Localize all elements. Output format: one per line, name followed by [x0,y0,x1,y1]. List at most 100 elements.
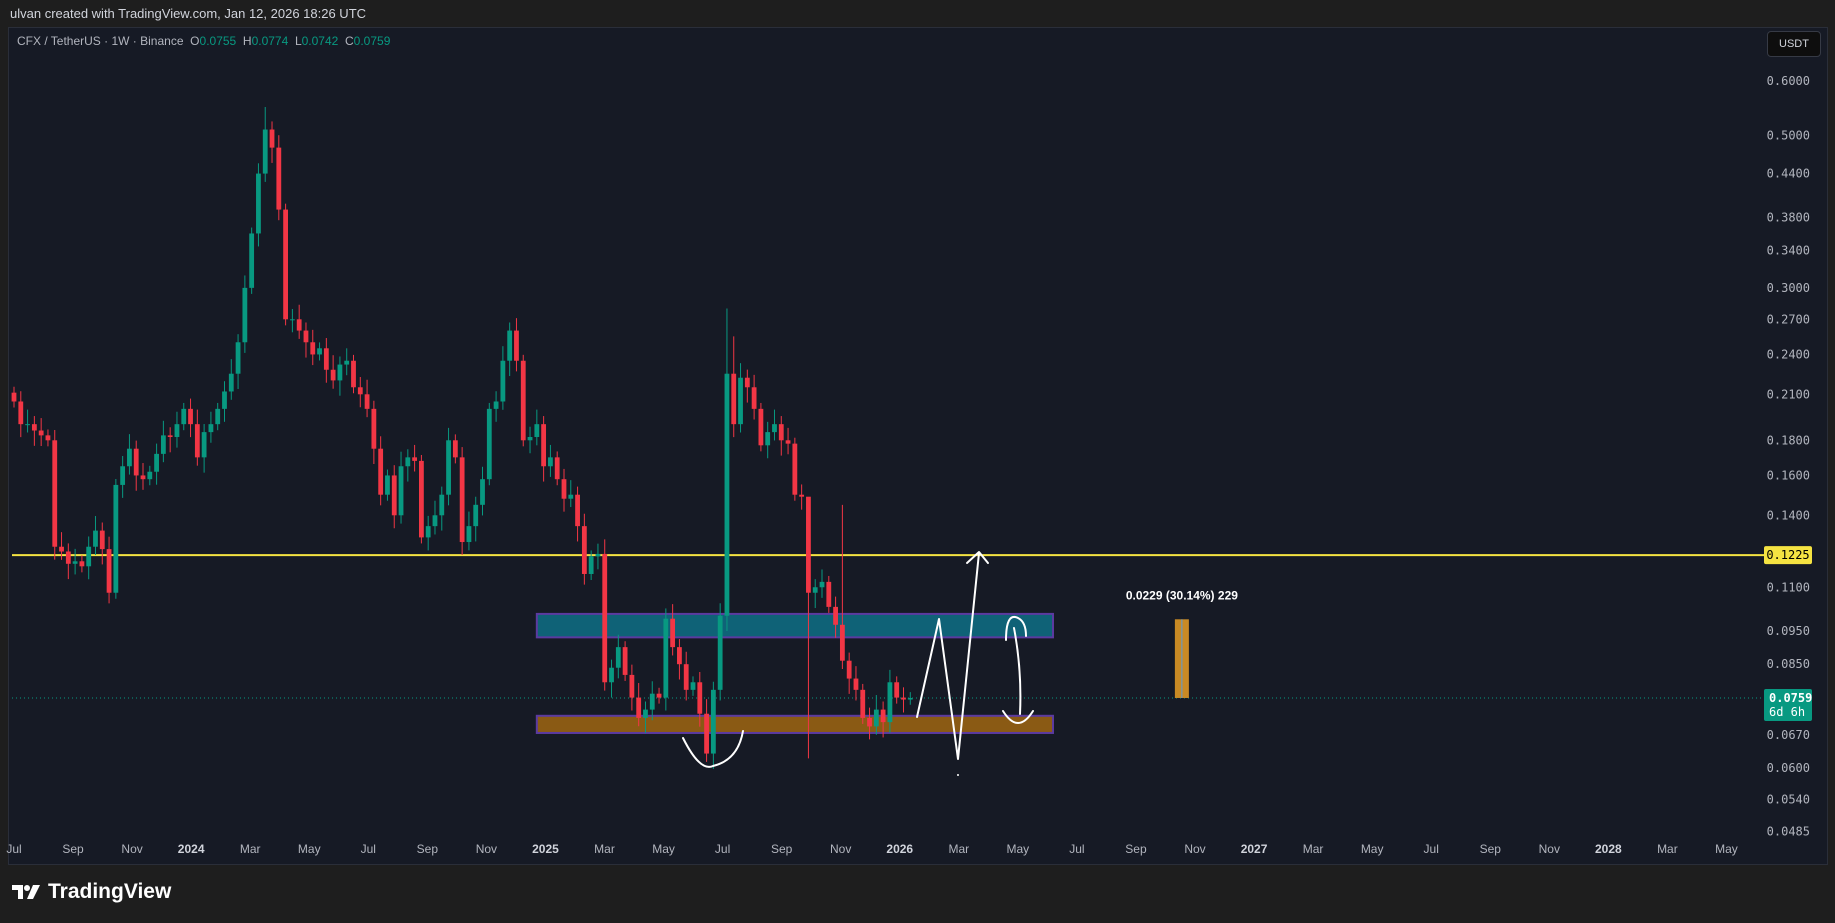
candle [99,522,105,565]
candle [160,420,166,463]
candle-body [758,408,764,446]
candle [751,374,757,420]
candle-body [351,360,356,388]
candle-body [581,526,587,574]
candlestick-chart[interactable]: 0.0229 (30.14%) 229 0.6000 0.5000 0.4400 0.… [0,0,1835,923]
time-tick-label: Sep [1480,842,1502,856]
candle [86,536,92,580]
candle [31,416,37,446]
candle [65,543,71,580]
candle-body [575,494,580,527]
candle [289,309,295,333]
level-price-text: 0.1225 [1766,548,1809,562]
candle [194,409,200,466]
candle-body [38,430,44,436]
candle [799,484,805,510]
candle-body [717,615,723,690]
high-label: H [242,34,252,48]
candle [459,447,465,555]
candle-body [147,471,153,480]
candle-body [405,457,411,467]
tradingview-logo[interactable]: TradingView [12,880,171,904]
candle [785,427,791,455]
candle-body [656,693,662,698]
time-tick-label: Nov [1184,842,1205,856]
candle-body [683,664,689,690]
time-tick-label: Mar [240,842,261,856]
candle [500,346,506,410]
candle-body [79,561,85,567]
candle-body [520,360,526,441]
candle [140,463,146,490]
candle [106,536,112,604]
candle [595,543,601,570]
support-zone [535,714,1054,734]
time-tick-label: Sep [1125,842,1147,856]
candle-body [643,709,648,718]
candle [649,681,655,721]
candle-body [772,424,777,433]
candle [79,555,85,573]
candle [717,603,723,701]
candle [317,342,322,361]
candle-body [72,561,78,564]
candle-body [398,466,404,516]
candle-body [344,360,350,365]
candle [52,430,58,560]
candle-body [459,457,465,543]
price-tick-label: 0.3400 [1767,244,1810,258]
candle [262,106,268,182]
currency-button[interactable]: USDT [1767,31,1821,57]
candle [344,348,350,376]
price-tick-label: 0.0670 [1767,728,1810,742]
candle [466,511,472,551]
candle-body [568,494,574,499]
candle [228,359,234,400]
price-tick-label: 0.4400 [1767,167,1810,181]
candle [772,409,777,441]
candle [486,402,492,486]
candle-body [215,408,221,425]
candle [72,548,78,575]
candle [690,676,696,696]
candle [894,676,900,704]
countdown-text: 6d 6h [1769,705,1805,719]
candle-body [391,475,397,516]
candle-body [181,408,187,425]
candle [548,444,553,477]
candle [615,634,621,679]
candle-body [819,581,825,588]
candle [269,121,275,163]
candle [303,322,309,358]
candle [846,652,852,694]
candle [215,402,221,431]
close-value: 0.0759 [353,34,391,48]
candle-body [690,682,696,690]
candle [371,400,377,465]
candle [554,451,560,486]
candle-body [697,682,703,714]
candle [731,336,737,438]
candle [45,429,51,447]
time-tick-label: 2028 [1595,842,1622,856]
candle [249,227,255,294]
candle-body [317,348,322,355]
candle [853,666,859,701]
candle-body [11,392,17,402]
candle-body [364,394,370,409]
candle-body [792,443,798,495]
time-tick-label: Nov [1539,842,1560,856]
candle [901,687,906,713]
time-tick-label: Mar [948,842,969,856]
price-tick-label: 0.0540 [1767,793,1810,807]
measure-label: 0.0229 (30.14%) 229 [1126,588,1238,602]
candle [812,579,818,609]
candle-body [622,647,628,675]
price-tick-label: 0.1800 [1767,433,1810,447]
time-tick-label: May [1715,842,1738,856]
time-tick-label: Nov [476,842,497,856]
candle [568,480,574,508]
candle [18,391,24,438]
candle [337,356,343,396]
candle-body [45,435,51,441]
